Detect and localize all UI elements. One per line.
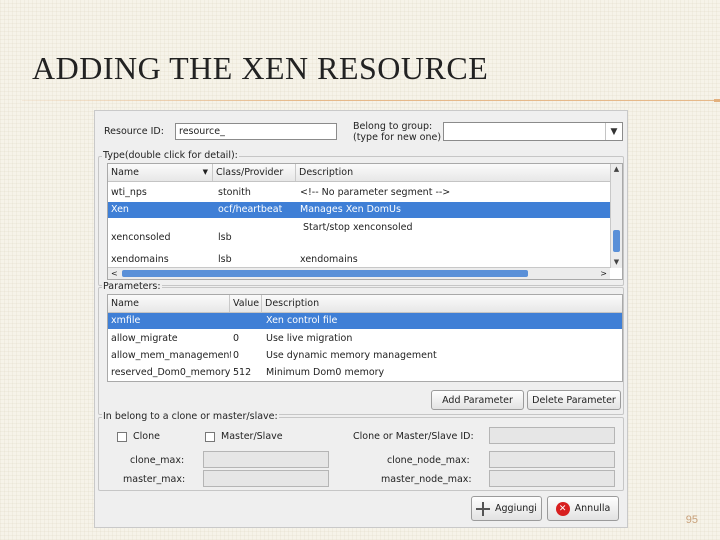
title-rule <box>22 99 720 102</box>
master-slave-checkbox[interactable] <box>205 432 215 442</box>
type-table-header: Name ▼ Class/Provider Description <box>108 164 610 182</box>
resource-id-input[interactable]: resource_ <box>175 123 337 140</box>
clone-group-label: In belong to a clone or master/slave: <box>102 411 279 422</box>
type-group-label: Type(double click for detail): <box>102 150 239 161</box>
type-table-row[interactable]: xendomains lsb xendomains <box>108 250 610 268</box>
add-resource-dialog: Resource ID: resource_ Belong to group: … <box>94 110 628 528</box>
plus-icon <box>476 501 491 516</box>
parameters-table-row[interactable]: allow_migrate 0 Use live migration <box>108 331 622 347</box>
chevron-down-icon[interactable]: ▼ <box>611 257 622 268</box>
type-table-row[interactable]: xenconsoled lsb Start/stop xenconsoled <box>108 219 610 249</box>
type-col-name[interactable]: Name ▼ <box>108 164 213 181</box>
scroll-thumb[interactable] <box>613 230 620 252</box>
clone-ms-id-input[interactable] <box>489 427 615 444</box>
master-node-max-label: master_node_max: <box>381 474 472 485</box>
param-col-value[interactable]: Value <box>230 295 262 312</box>
add-button[interactable]: Aggiungi <box>471 496 542 521</box>
belong-group-hint: (type for new one) <box>353 132 442 143</box>
cancel-icon: ✕ <box>555 501 570 516</box>
chevron-right-icon[interactable]: > <box>600 268 607 279</box>
master-slave-checkbox-label: Master/Slave <box>221 431 283 442</box>
param-col-description[interactable]: Description <box>262 295 622 312</box>
chevron-down-icon[interactable]: ▼ <box>605 123 622 140</box>
delete-parameter-button[interactable]: Delete Parameter <box>527 390 621 410</box>
add-parameter-button[interactable]: Add Parameter <box>431 390 524 410</box>
parameters-table-row[interactable]: reserved_Dom0_memory 512 Minimum Dom0 me… <box>108 365 622 381</box>
clone-max-label: clone_max: <box>130 455 185 466</box>
master-node-max-input[interactable] <box>489 470 615 487</box>
parameters-table-row-selected[interactable]: xmfile Xen control file <box>108 313 622 329</box>
clone-checkbox[interactable] <box>117 432 127 442</box>
clone-ms-id-label: Clone or Master/Slave ID: <box>353 431 474 442</box>
type-col-description[interactable]: Description <box>296 164 612 181</box>
parameters-table-header: Name Value Description <box>108 295 622 313</box>
belong-group-label: Belong to group: <box>353 121 433 132</box>
type-table-row[interactable]: wti_nps stonith <!-- No parameter segmen… <box>108 184 610 202</box>
clone-checkbox-label: Clone <box>133 431 160 442</box>
master-max-input[interactable] <box>203 470 329 487</box>
sort-arrow-icon: ▼ <box>202 168 208 176</box>
resource-id-label: Resource ID: <box>104 126 164 137</box>
slide-number: 95 <box>685 514 698 526</box>
clone-node-max-input[interactable] <box>489 451 615 468</box>
type-table-row-selected[interactable]: Xen ocf/heartbeat Manages Xen DomUs <box>108 202 610 218</box>
param-col-name[interactable]: Name <box>108 295 230 312</box>
clone-node-max-label: clone_node_max: <box>387 455 470 466</box>
parameters-table: Name Value Description xmfile Xen contro… <box>107 294 623 382</box>
cancel-button[interactable]: ✕ Annulla <box>547 496 619 521</box>
scroll-thumb[interactable] <box>122 270 528 277</box>
clone-max-input[interactable] <box>203 451 329 468</box>
slide-title: ADDING THE XEN RESOURCE <box>32 50 489 86</box>
type-col-provider[interactable]: Class/Provider <box>213 164 296 181</box>
parameters-table-row[interactable]: allow_mem_management 0 Use dynamic memor… <box>108 348 622 364</box>
master-max-label: master_max: <box>123 474 186 485</box>
type-table-hscrollbar[interactable]: < > <box>108 267 610 279</box>
type-table: Name ▼ Class/Provider Description wti_nps… <box>107 163 623 280</box>
type-table-vscrollbar[interactable]: ▲ ▼ <box>610 164 622 268</box>
belong-group-combobox[interactable]: ▼ <box>443 122 623 141</box>
chevron-left-icon[interactable]: < <box>111 268 118 279</box>
parameters-group-label: Parameters: <box>102 281 162 292</box>
chevron-up-icon[interactable]: ▲ <box>611 164 622 175</box>
